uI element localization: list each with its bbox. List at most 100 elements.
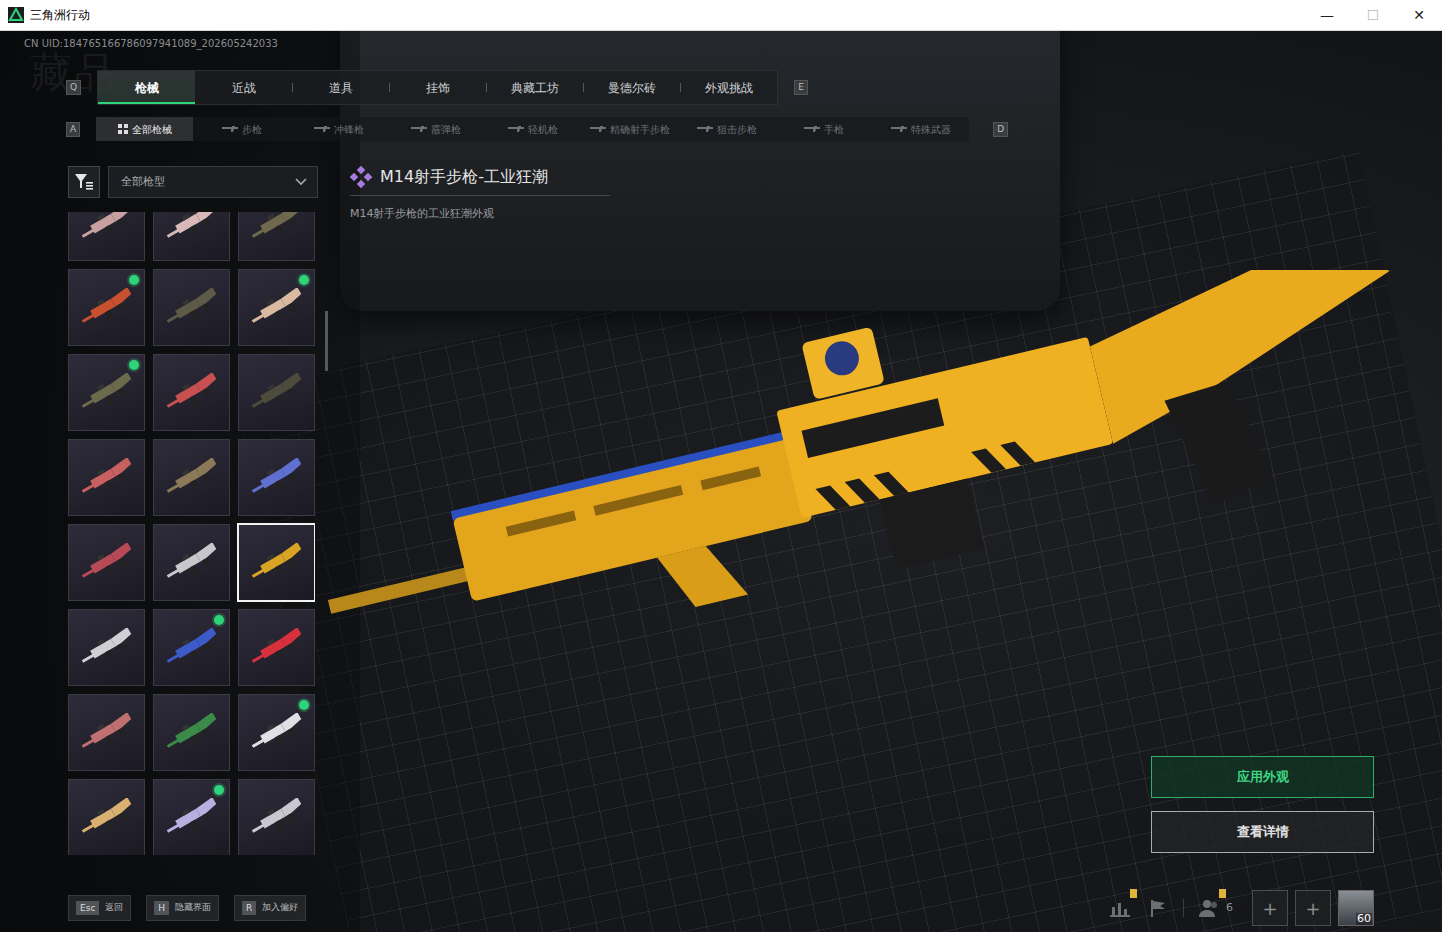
gun-type-dropdown[interactable]: 全部枪型 xyxy=(108,166,318,198)
subtab-label: 特殊武器 xyxy=(911,122,951,137)
skin-thumbnail[interactable] xyxy=(238,694,315,771)
category-tab[interactable]: 枪械 xyxy=(98,71,195,104)
rifle-skin-icon xyxy=(162,458,222,498)
skin-thumbnail[interactable] xyxy=(153,694,230,771)
rifle-skin-icon xyxy=(162,373,222,413)
skin-thumbnail[interactable] xyxy=(238,609,315,686)
window-control-button[interactable]: — xyxy=(1304,0,1350,30)
subtab-label: 狙击步枪 xyxy=(717,122,757,137)
window-control-button[interactable]: ✕ xyxy=(1396,0,1442,30)
new-badge xyxy=(299,275,309,285)
skin-thumbnail[interactable] xyxy=(153,609,230,686)
view-details-button[interactable]: 查看详情 xyxy=(1151,811,1374,853)
friends-button[interactable] xyxy=(1194,893,1224,923)
key-hint[interactable]: R加入偏好 xyxy=(234,895,306,921)
skin-thumbnail[interactable] xyxy=(238,439,315,516)
skin-thumbnail[interactable] xyxy=(153,212,230,261)
hint-key: H xyxy=(154,901,169,915)
tab-label: 外观挑战 xyxy=(705,79,753,97)
skin-thumbnail[interactable] xyxy=(68,694,145,771)
new-badge xyxy=(214,785,224,795)
hint-key: Esc xyxy=(76,901,99,915)
gun-icon xyxy=(697,125,713,133)
next-tab-key: E xyxy=(794,80,808,95)
weapon-type-tab[interactable]: 特殊武器 xyxy=(872,117,969,141)
tab-label: 近战 xyxy=(232,79,256,97)
apply-skin-button[interactable]: 应用外观 xyxy=(1151,756,1374,798)
gun-icon xyxy=(804,125,820,133)
player-avatar[interactable]: 60 xyxy=(1338,890,1374,926)
weapon-type-tab[interactable]: 轻机枪 xyxy=(484,117,581,141)
rifle-skin-icon xyxy=(162,628,222,668)
category-tab[interactable]: 典藏工坊 xyxy=(486,71,583,104)
gun-icon xyxy=(222,125,238,133)
skin-thumbnail[interactable] xyxy=(68,609,145,686)
weapon-type-tab[interactable]: 冲锋枪 xyxy=(290,117,387,141)
window-control-button: ☐ xyxy=(1350,0,1396,30)
add-teammate-button[interactable]: + xyxy=(1252,890,1288,926)
skin-thumbnail[interactable] xyxy=(68,524,145,601)
category-tab[interactable]: 近战 xyxy=(195,71,292,104)
add-teammate-button[interactable]: + xyxy=(1295,890,1331,926)
skin-grid xyxy=(68,212,315,855)
weapon-type-tab[interactable]: 精确射手步枪 xyxy=(581,117,678,141)
rifle-skin-icon xyxy=(247,713,307,753)
category-tab[interactable]: 曼德尔砖 xyxy=(583,71,680,104)
skin-thumbnail[interactable] xyxy=(153,779,230,855)
skin-thumbnail[interactable] xyxy=(238,269,315,346)
rifle-skin-icon xyxy=(77,212,137,243)
subtab-label: 手枪 xyxy=(824,122,844,137)
alert-badge xyxy=(1130,889,1137,898)
flag-button[interactable] xyxy=(1143,893,1173,923)
weapon-type-tab[interactable]: 手枪 xyxy=(775,117,872,141)
rifle-skin-icon xyxy=(162,543,222,583)
game-area: CN UID:184765166786097941089_20260524203… xyxy=(0,31,1442,932)
skin-thumbnail[interactable] xyxy=(153,439,230,516)
filter-button[interactable] xyxy=(68,166,100,198)
filter-icon xyxy=(75,174,93,190)
rifle-skin-icon xyxy=(77,458,137,498)
button-label: 应用外观 xyxy=(1237,767,1289,787)
rifle-skin-icon xyxy=(247,798,307,838)
player-level: 60 xyxy=(1356,913,1372,925)
tab-label: 曼德尔砖 xyxy=(608,79,656,97)
subtab-label: 步枪 xyxy=(242,122,262,137)
skin-thumbnail[interactable] xyxy=(68,439,145,516)
skin-thumbnail[interactable] xyxy=(68,779,145,855)
category-tab[interactable]: 外观挑战 xyxy=(680,71,777,104)
skin-thumbnail[interactable] xyxy=(238,779,315,855)
stats-chart-icon xyxy=(1110,899,1130,917)
weapon-type-tab[interactable]: 全部枪械 xyxy=(96,117,193,141)
tab-label: 典藏工坊 xyxy=(511,79,559,97)
skin-thumbnail[interactable] xyxy=(68,212,145,261)
skin-thumbnail[interactable] xyxy=(153,524,230,601)
weapon-type-tab[interactable]: 霰弹枪 xyxy=(387,117,484,141)
weapon-type-tab[interactable]: 步枪 xyxy=(193,117,290,141)
scrollbar-thumb[interactable] xyxy=(325,311,328,371)
weapon-type-tab[interactable]: 狙击步枪 xyxy=(678,117,775,141)
skin-thumbnail[interactable] xyxy=(238,212,315,261)
key-hint[interactable]: Esc返回 xyxy=(68,895,131,921)
key-hint[interactable]: H隐藏界面 xyxy=(146,895,219,921)
rifle-skin-icon xyxy=(162,798,222,838)
skin-thumbnail[interactable] xyxy=(68,269,145,346)
tab-label: 枪械 xyxy=(135,79,159,97)
category-tab[interactable]: 道具 xyxy=(292,71,389,104)
window-controls: —☐✕ xyxy=(1304,0,1442,30)
rifle-skin-icon xyxy=(247,212,307,243)
rifle-skin-icon xyxy=(162,288,222,328)
skin-thumbnail[interactable] xyxy=(153,269,230,346)
prev-subtab-key: A xyxy=(66,122,80,137)
skin-thumbnail[interactable] xyxy=(238,354,315,431)
bottom-bar: Esc返回H隐藏界面R加入偏好6++60 xyxy=(0,890,1442,926)
app-logo-icon xyxy=(8,7,24,23)
skin-details: M14射手步枪-工业狂潮M14射手步枪的工业狂潮外观 xyxy=(350,166,610,890)
gun-icon xyxy=(508,125,524,133)
stats-button[interactable] xyxy=(1105,893,1135,923)
action-buttons: 应用外观查看详情 xyxy=(1151,166,1374,890)
skin-thumbnail[interactable] xyxy=(68,354,145,431)
category-tab[interactable]: 挂饰 xyxy=(389,71,486,104)
skin-description: M14射手步枪的工业狂潮外观 xyxy=(350,206,610,223)
skin-thumbnail[interactable] xyxy=(238,524,315,601)
skin-thumbnail[interactable] xyxy=(153,354,230,431)
